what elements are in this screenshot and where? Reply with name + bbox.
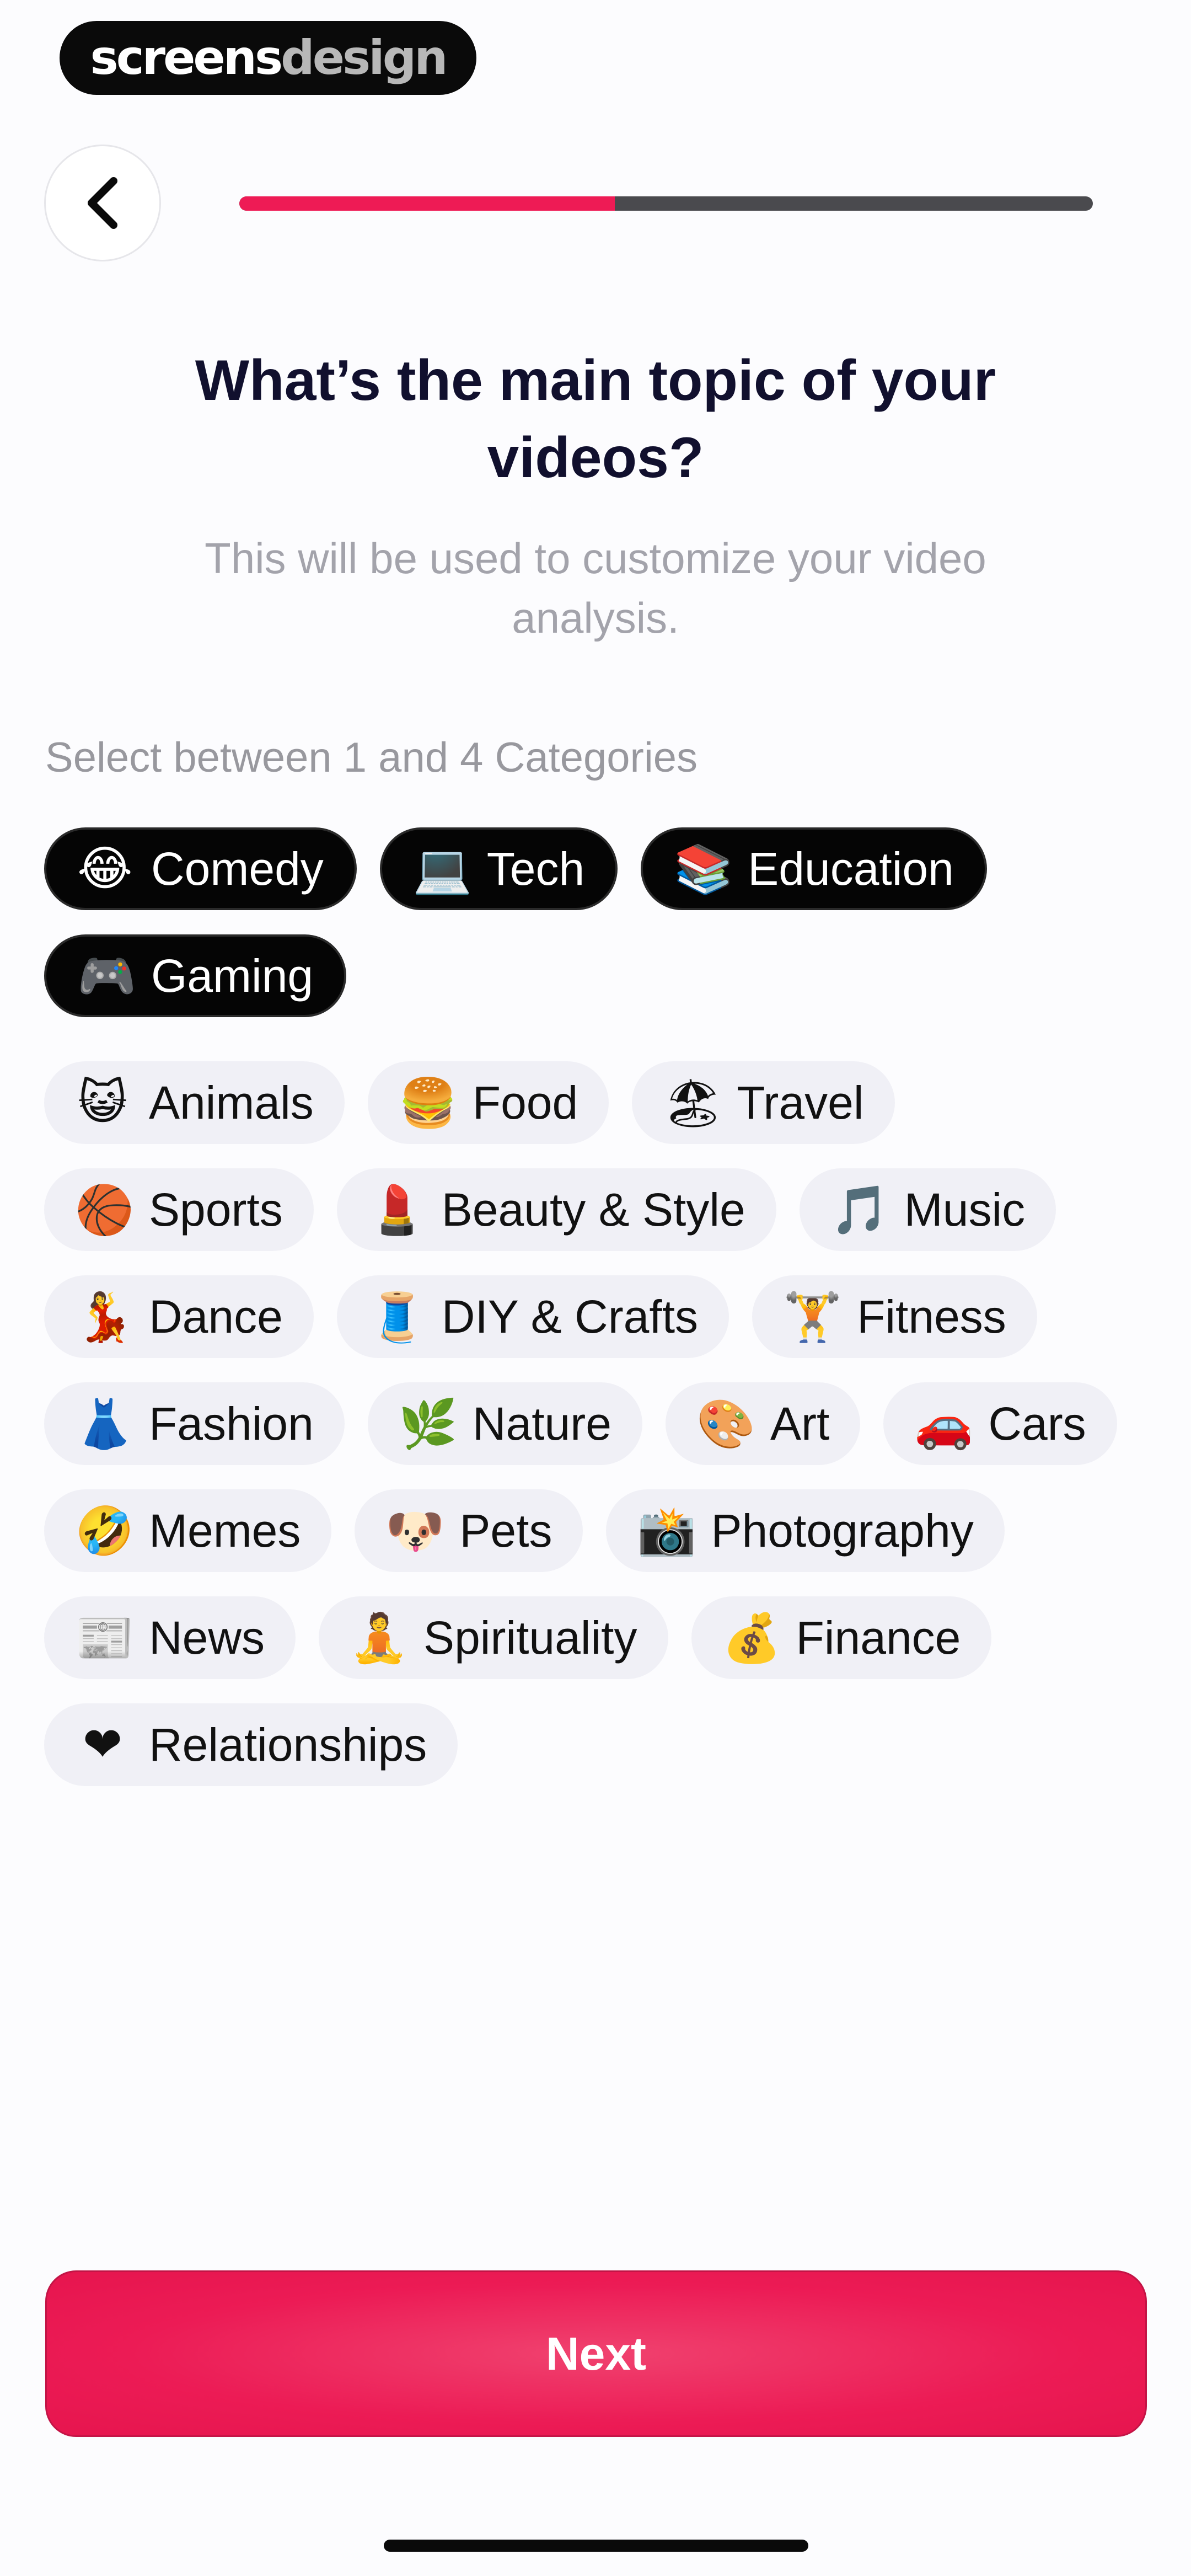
category-label: News [149,1611,265,1664]
relationships-emoji-icon: ❤ [82,1717,123,1772]
tech-emoji-icon: 💻 [412,841,472,897]
news-emoji-icon: 📰 [75,1610,135,1666]
page-title: What’s the main topic of your videos? [195,349,996,490]
nature-emoji-icon: 🌿 [398,1396,458,1452]
category-label: Fitness [857,1290,1006,1343]
category-chip-relationships[interactable]: ❤ Relationships [44,1703,458,1786]
food-emoji-icon: 🍔 [398,1075,458,1131]
music-emoji-icon: 🎵 [830,1182,889,1238]
category-label: Education [748,842,954,895]
memes-emoji-icon: 🤣 [75,1503,135,1559]
selected-categories: 😂 Comedy 💻 Tech 📚 Education 🎮 Gaming [44,827,1158,1017]
finance-emoji-icon: 💰 [722,1610,781,1666]
next-button[interactable]: Next [45,2270,1147,2437]
category-chip-music[interactable]: 🎵 Music [799,1168,1056,1251]
watermark-part-1: screens [90,30,283,85]
category-label: Gaming [151,949,314,1002]
category-chip-travel[interactable]: 🏖 Travel [632,1061,895,1144]
category-label: Beauty & Style [441,1183,745,1236]
diy-and-crafts-emoji-icon: 🧵 [367,1289,427,1345]
category-chip-finance[interactable]: 💰 Finance [691,1596,992,1679]
category-label: Relationships [149,1718,427,1771]
category-chip-food[interactable]: 🍔 Food [367,1061,609,1144]
category-chip-fashion[interactable]: 👗 Fashion [44,1382,345,1465]
category-label: Food [472,1076,578,1129]
dance-emoji-icon: 💃 [75,1289,135,1345]
page-subtitle: This will be used to customize your vide… [205,534,986,642]
category-label: DIY & Crafts [441,1290,699,1343]
fashion-emoji-icon: 👗 [75,1396,135,1452]
art-emoji-icon: 🎨 [696,1396,756,1452]
category-label: Photography [711,1504,974,1557]
back-button[interactable] [44,145,161,261]
home-indicator [384,2540,808,2552]
category-chip-pets[interactable]: 🐶 Pets [355,1489,583,1572]
category-label: Finance [796,1611,961,1664]
category-chip-news[interactable]: 📰 News [44,1596,296,1679]
category-label: Dance [149,1290,283,1343]
progress-bar [239,196,1093,211]
beauty-and-style-emoji-icon: 💄 [367,1182,427,1238]
category-options: 😺 Animals 🍔 Food 🏖 Travel 🏀 Sports 💄 Beauty & Sty… [44,1061,1158,1786]
animals-emoji-icon: 😺 [78,1075,127,1130]
category-label: Fashion [149,1397,314,1450]
category-label: Nature [472,1397,611,1450]
category-label: Tech [486,842,585,895]
category-chip-animals[interactable]: 😺 Animals [44,1061,345,1144]
category-label: Cars [988,1397,1086,1450]
category-label: Sports [149,1183,283,1236]
cars-emoji-icon: 🚗 [914,1396,974,1452]
pets-emoji-icon: 🐶 [385,1503,445,1559]
category-label: Spirituality [423,1611,637,1664]
category-chip-fitness[interactable]: 🏋 Fitness [752,1275,1037,1358]
category-chip-education[interactable]: 📚 Education [641,827,987,910]
category-chip-tech[interactable]: 💻 Tech [379,827,618,910]
category-chip-cars[interactable]: 🚗 Cars [883,1382,1117,1465]
category-chip-nature[interactable]: 🌿 Nature [367,1382,642,1465]
category-chip-beauty-and-style[interactable]: 💄 Beauty & Style [336,1168,776,1251]
category-chip-sports[interactable]: 🏀 Sports [44,1168,314,1251]
selection-hint: Select between 1 and 4 Categories [45,734,698,781]
watermark-part-2: design [281,30,448,85]
fitness-emoji-icon: 🏋 [783,1289,843,1345]
screensdesign-watermark: screens design [60,21,476,95]
category-chip-memes[interactable]: 🤣 Memes [44,1489,332,1572]
category-label: Memes [149,1504,301,1557]
category-chip-spirituality[interactable]: 🧘 Spirituality [319,1596,668,1679]
gaming-emoji-icon: 🎮 [77,948,137,1004]
category-chip-diy-and-crafts[interactable]: 🧵 DIY & Crafts [336,1275,729,1358]
category-label: Music [904,1183,1026,1236]
category-label: Art [770,1397,830,1450]
travel-emoji-icon: 🏖 [663,1075,723,1131]
category-label: Travel [737,1076,864,1129]
chevron-left-icon [88,177,117,229]
category-chip-dance[interactable]: 💃 Dance [44,1275,314,1358]
category-label: Animals [149,1076,314,1129]
category-label: Comedy [151,842,324,895]
education-emoji-icon: 📚 [674,841,733,897]
category-chip-art[interactable]: 🎨 Art [665,1382,861,1465]
sports-emoji-icon: 🏀 [75,1182,135,1238]
photography-emoji-icon: 📸 [637,1503,696,1559]
category-label: Pets [459,1504,552,1557]
category-chip-comedy[interactable]: 😂 Comedy [44,827,357,910]
category-chip-photography[interactable]: 📸 Photography [606,1489,1005,1572]
progress-fill [239,196,615,211]
comedy-emoji-icon: 😂 [77,841,133,896]
spirituality-emoji-icon: 🧘 [350,1610,409,1666]
category-chip-gaming[interactable]: 🎮 Gaming [44,934,347,1017]
